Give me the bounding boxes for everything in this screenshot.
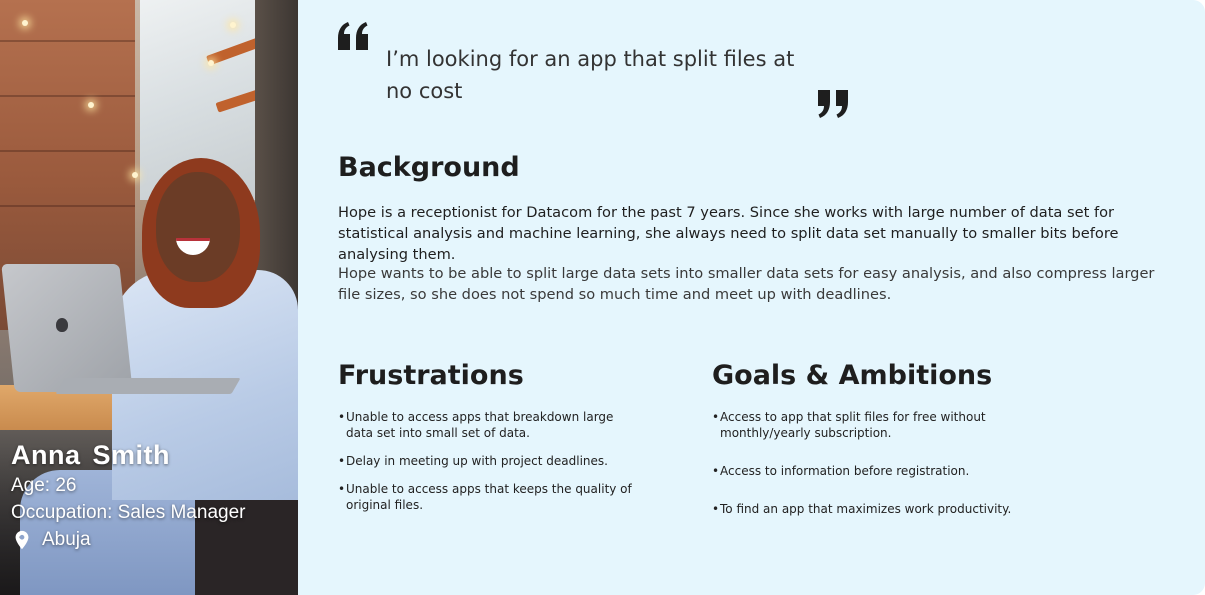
- persona-name: Anna Smith: [11, 440, 171, 470]
- background-heading: Background: [338, 152, 520, 183]
- light-bulb: [230, 22, 236, 28]
- light-bulb: [208, 60, 214, 66]
- background-paragraph: Hope is a receptionist for Datacom for t…: [338, 204, 1119, 263]
- list-item: To find an app that maximizes work produ…: [712, 501, 1012, 517]
- list-item: Access to information before registratio…: [712, 463, 1012, 479]
- persona-location: Abuja: [11, 526, 245, 553]
- list-item: Access to app that split files for free …: [712, 409, 1012, 441]
- goals-heading: Goals & Ambitions: [712, 360, 993, 391]
- face: [156, 172, 240, 282]
- brick-line: [0, 205, 135, 207]
- laptop-logo: [56, 318, 68, 332]
- quote-close-icon: [818, 90, 848, 118]
- brick-line: [0, 95, 135, 97]
- persona-profile: Anna Smith Age: 26 Occupation: Sales Man…: [11, 438, 245, 553]
- persona-photo: Anna Smith Age: 26 Occupation: Sales Man…: [0, 0, 298, 595]
- persona-age: Age: 26: [11, 475, 77, 496]
- light-bulb: [132, 172, 138, 178]
- persona-location-text: Abuja: [42, 529, 91, 550]
- frustrations-heading: Frustrations: [338, 360, 524, 391]
- brick-line: [0, 40, 135, 42]
- list-item: Unable to access apps that breakdown lar…: [338, 409, 638, 441]
- quote-open-icon: [338, 22, 368, 50]
- light-bulb: [88, 102, 94, 108]
- location-pin-icon: [15, 530, 29, 549]
- frustrations-list: Unable to access apps that breakdown lar…: [338, 409, 638, 513]
- background-paragraph: Hope wants to be able to split large dat…: [338, 265, 1155, 303]
- list-item: Delay in meeting up with project deadlin…: [338, 453, 638, 469]
- persona-occupation: Occupation: Sales Manager: [11, 502, 246, 523]
- list-item: Unable to access apps that keeps the qua…: [338, 481, 638, 513]
- light-bulb: [22, 20, 28, 26]
- persona-quote: I’m looking for an app that split files …: [386, 47, 795, 103]
- persona-card: I’m looking for an app that split files …: [298, 0, 1205, 595]
- brick-line: [0, 150, 135, 152]
- goals-list: Access to app that split files for free …: [712, 409, 1012, 517]
- laptop-base: [55, 378, 241, 394]
